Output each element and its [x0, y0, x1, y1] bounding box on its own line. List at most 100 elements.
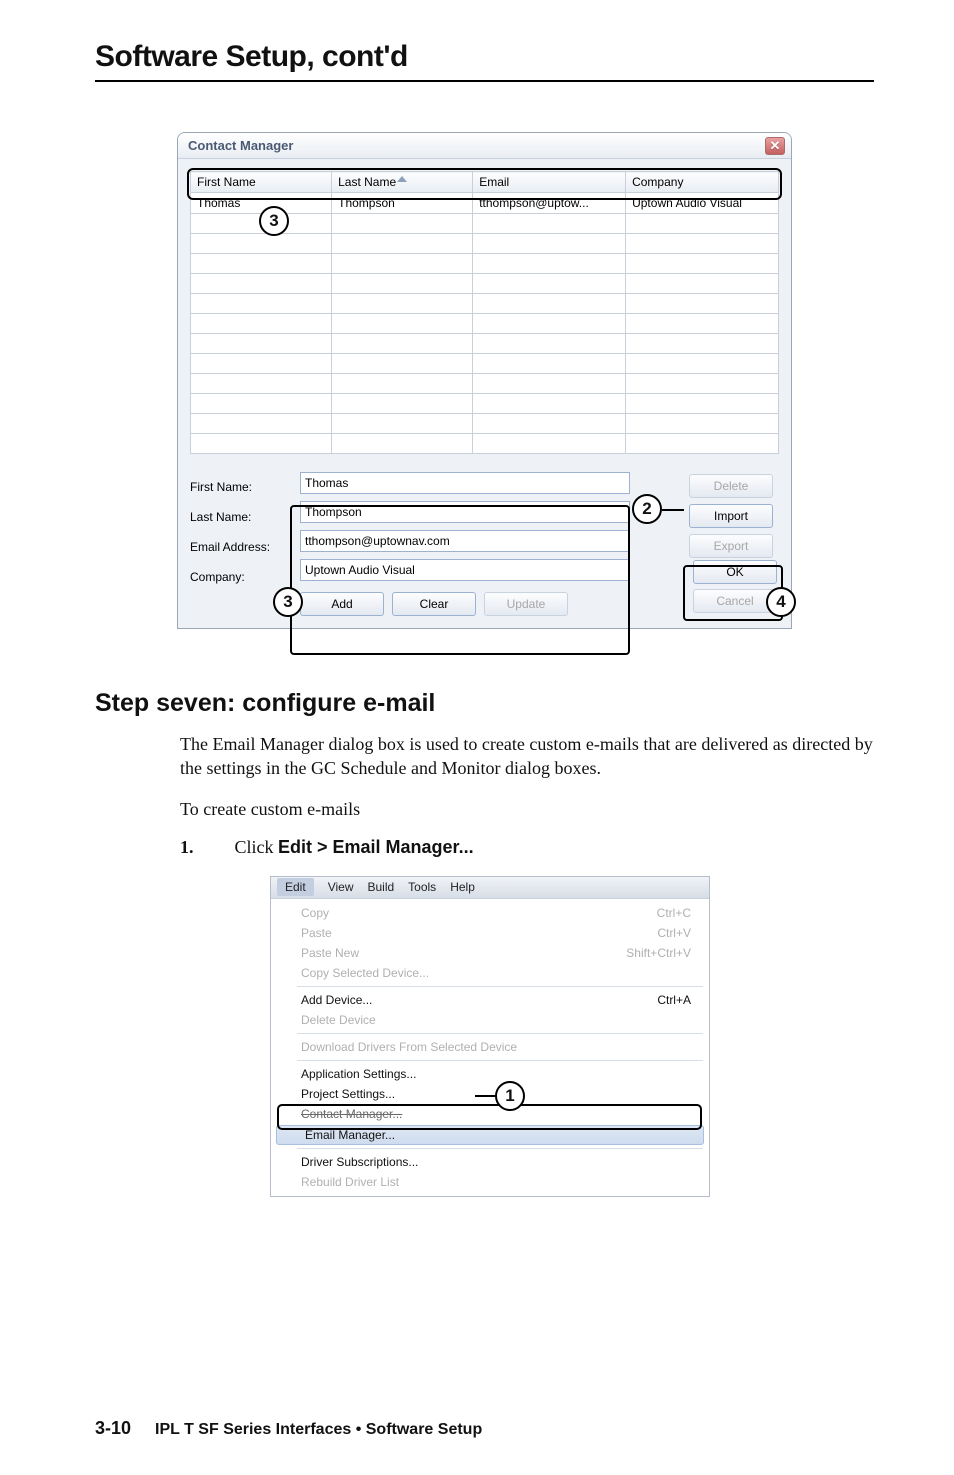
page-title: Software Setup, cont'd	[95, 40, 874, 74]
form-labels: First Name: Last Name: Email Address: Co…	[190, 472, 280, 616]
label-email: Email Address:	[190, 532, 280, 562]
menu-copy-label: Copy	[301, 906, 329, 920]
table-row	[191, 254, 779, 274]
menu-contact[interactable]: Contact Manager...	[273, 1104, 707, 1124]
body-para-1: The Email Manager dialog box is used to …	[180, 732, 874, 781]
menu-emailmgr-label: Email Manager...	[305, 1128, 395, 1142]
dialog-titlebar: Contact Manager ✕	[178, 133, 791, 159]
step-number: 1.	[180, 837, 230, 858]
step-heading: Step seven: configure e-mail	[95, 689, 874, 718]
menu-sep	[297, 1033, 703, 1034]
table-row	[191, 294, 779, 314]
menu-drvsub-label: Driver Subscriptions...	[301, 1155, 418, 1169]
menu-pastenew-label: Paste New	[301, 946, 359, 960]
close-icon[interactable]: ✕	[765, 137, 785, 155]
edit-menu-wrap: Edit View Build Tools Help Copy Ctrl+C P…	[270, 876, 710, 1197]
export-button: Export	[689, 534, 773, 558]
callout-3-bottom: 3	[273, 587, 303, 617]
label-first: First Name:	[190, 472, 280, 502]
cell-email: tthompson@uptow...	[473, 193, 626, 214]
table-row	[191, 354, 779, 374]
menu-dldrv: Download Drivers From Selected Device	[273, 1037, 707, 1057]
import-button[interactable]: Import	[689, 504, 773, 528]
menu-adddev[interactable]: Add Device... Ctrl+A	[273, 990, 707, 1010]
menu-pastenew: Paste New Shift+Ctrl+V	[273, 943, 707, 963]
sort-up-icon	[397, 176, 407, 182]
menu-copysel-label: Copy Selected Device...	[301, 966, 429, 980]
menu-paste-label: Paste	[301, 926, 332, 940]
menubar-help[interactable]: Help	[450, 880, 475, 894]
table-row	[191, 414, 779, 434]
menu-sep	[297, 1060, 703, 1061]
email-input[interactable]	[300, 530, 630, 552]
menu-paste: Paste Ctrl+V	[273, 923, 707, 943]
table-row	[191, 274, 779, 294]
menu-copy-sc: Ctrl+C	[657, 906, 691, 920]
cell-last: Thompson	[332, 193, 473, 214]
menu-rebuild: Rebuild Driver List	[273, 1172, 707, 1192]
callout-3-top: 3	[259, 206, 289, 236]
menu-projset-label: Project Settings...	[301, 1087, 395, 1101]
title-rule	[95, 80, 874, 82]
menu-contact-label: Contact Manager...	[301, 1107, 402, 1121]
company-input[interactable]	[300, 559, 630, 581]
add-button[interactable]: Add	[300, 592, 384, 616]
menu-appset[interactable]: Application Settings...	[273, 1064, 707, 1084]
menu-deldev-label: Delete Device	[301, 1013, 376, 1027]
menu-deldev: Delete Device	[273, 1010, 707, 1030]
last-name-input[interactable]	[300, 501, 630, 523]
delete-button: Delete	[689, 474, 773, 498]
col-email[interactable]: Email	[473, 172, 626, 193]
table-row	[191, 394, 779, 414]
menu-appset-label: Application Settings...	[301, 1067, 416, 1081]
menu-projset[interactable]: Project Settings...	[273, 1084, 707, 1104]
contact-dialog-wrap: 3 3 2 4 Contact Manager ✕ First Name Las…	[177, 132, 792, 629]
menu-list: Copy Ctrl+C Paste Ctrl+V Paste New Shift…	[271, 899, 709, 1196]
callout-4: 4	[766, 587, 796, 617]
ok-cancel-group: OK Cancel	[693, 560, 777, 618]
cancel-button: Cancel	[693, 589, 777, 613]
menu-emailmgr[interactable]: Email Manager...	[276, 1125, 704, 1145]
menu-adddev-sc: Ctrl+A	[657, 993, 691, 1007]
col-last[interactable]: Last Name	[332, 172, 473, 193]
first-name-input[interactable]	[300, 472, 630, 494]
dialog-title: Contact Manager	[188, 138, 293, 153]
menu-sep	[297, 986, 703, 987]
menu-dldrv-label: Download Drivers From Selected Device	[301, 1040, 517, 1054]
body-para-2: To create custom e-mails	[180, 797, 874, 821]
col-company[interactable]: Company	[626, 172, 779, 193]
step-1-text: Click	[235, 837, 279, 857]
menubar-tools[interactable]: Tools	[408, 880, 436, 894]
step-1-bold: Edit > Email Manager...	[278, 837, 474, 857]
menu-drvsub[interactable]: Driver Subscriptions...	[273, 1152, 707, 1172]
table-row	[191, 334, 779, 354]
table-row	[191, 434, 779, 454]
table-row	[191, 234, 779, 254]
update-button: Update	[484, 592, 568, 616]
menu-sep	[297, 1148, 703, 1149]
menubar-view[interactable]: View	[328, 880, 354, 894]
menu-copy: Copy Ctrl+C	[273, 903, 707, 923]
form-inputs: Add Clear Update	[300, 472, 669, 616]
col-last-label: Last Name	[338, 175, 396, 189]
page-footer: 3-10 IPL T SF Series Interfaces • Softwa…	[95, 1418, 482, 1439]
menu-bar: Edit View Build Tools Help	[271, 877, 709, 899]
menu-copysel: Copy Selected Device...	[273, 963, 707, 983]
callout-1: 1	[495, 1081, 525, 1111]
table-row	[191, 374, 779, 394]
col-first[interactable]: First Name	[191, 172, 332, 193]
footer-text: IPL T SF Series Interfaces • Software Se…	[155, 1421, 482, 1438]
clear-button[interactable]: Clear	[392, 592, 476, 616]
menu-adddev-label: Add Device...	[301, 993, 372, 1007]
edit-menu: Edit View Build Tools Help Copy Ctrl+C P…	[270, 876, 710, 1197]
label-company: Company:	[190, 562, 280, 592]
label-last: Last Name:	[190, 502, 280, 532]
ok-button[interactable]: OK	[693, 560, 777, 584]
lead-menu-1	[475, 1095, 495, 1097]
menubar-build[interactable]: Build	[367, 880, 394, 894]
menubar-edit[interactable]: Edit	[277, 878, 314, 896]
callout-2: 2	[632, 494, 662, 524]
step-1: 1. Click Edit > Email Manager...	[180, 837, 874, 858]
menu-pastenew-sc: Shift+Ctrl+V	[626, 946, 691, 960]
bottom-buttons: Add Clear Update	[300, 592, 669, 616]
